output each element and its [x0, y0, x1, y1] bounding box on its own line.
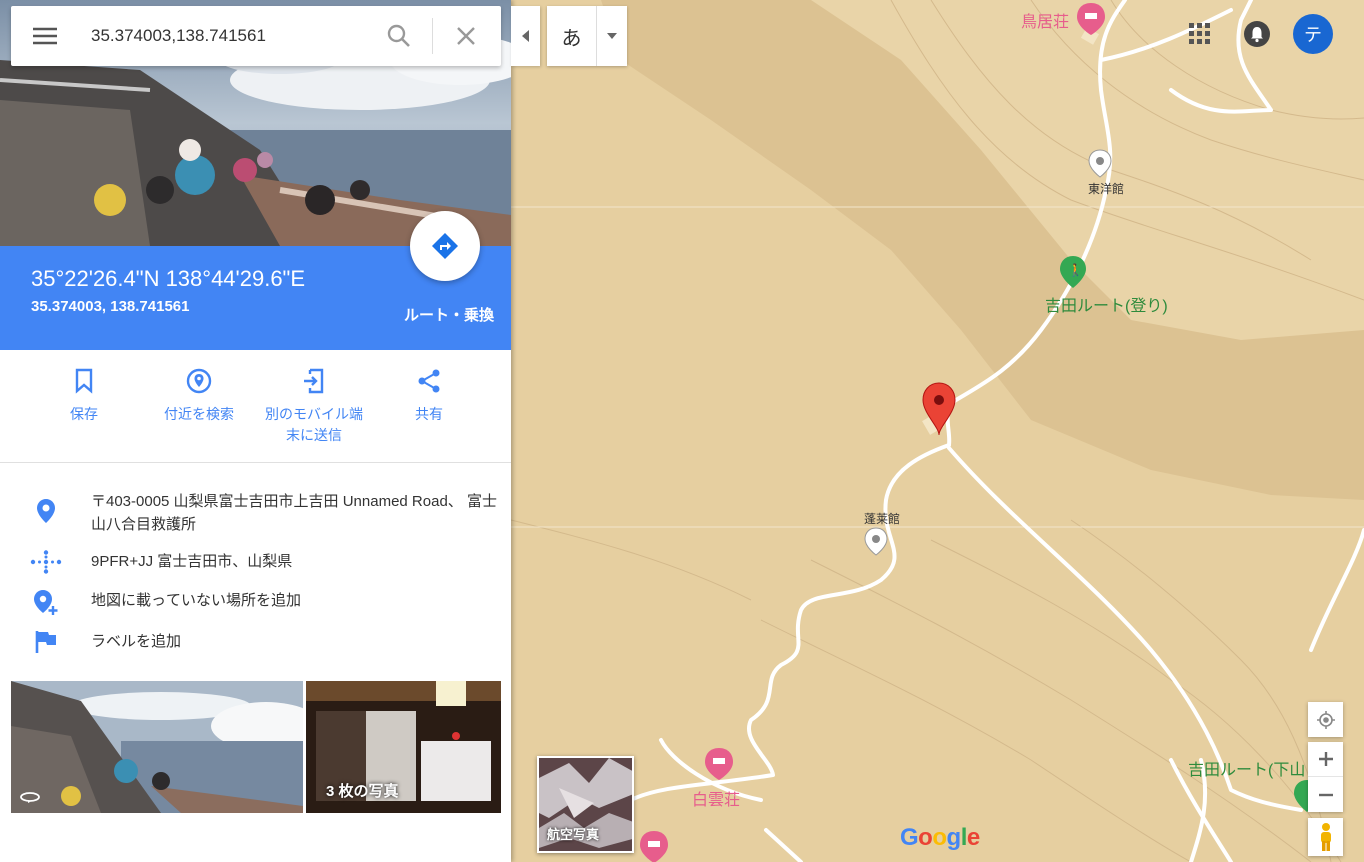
notifications-bell-icon[interactable]: [1240, 17, 1274, 51]
google-logo: Google: [900, 824, 980, 851]
directions-button[interactable]: [410, 211, 480, 281]
send-to-phone-icon: [304, 368, 324, 394]
zoom-controls: [1308, 742, 1343, 812]
place-marker-icon: [36, 499, 55, 523]
route-label[interactable]: ルート・乗換: [404, 304, 494, 325]
pegman-street-view-button[interactable]: [1308, 818, 1343, 856]
ime-dropdown[interactable]: [597, 6, 627, 66]
add-missing-place-row[interactable]: 地図に載っていない場所を追加: [0, 589, 511, 615]
aerial-view-toggle[interactable]: 航空写真: [537, 756, 634, 853]
map-canvas[interactable]: 🚶 鳥居荘 東洋館 吉田ルート(登り) 蓬莱館 白雲荘 吉田ルート(下山: [511, 0, 1364, 862]
minus-icon: [1318, 793, 1333, 796]
plus-code-row[interactable]: 9PFR+JJ 富士吉田市、山梨県: [0, 550, 511, 574]
map-label-hakuunso[interactable]: 白雲荘: [692, 786, 740, 810]
add-place-icon: [33, 590, 57, 615]
chevron-down-icon: [607, 33, 617, 39]
add-missing-place-text: 地図に載っていない場所を追加: [91, 592, 302, 609]
coordinates-dms: 35°22'26.4"N 138°44'29.6"E: [31, 266, 306, 291]
coordinates-decimal[interactable]: 35.374003, 138.741561: [31, 298, 190, 315]
zoom-out-button[interactable]: [1308, 777, 1343, 812]
save-button[interactable]: 保存: [24, 366, 144, 425]
share-label: 共有: [415, 406, 443, 422]
my-location-button[interactable]: [1308, 702, 1343, 737]
map-label-yoshida-route-up[interactable]: 吉田ルート(登り): [1045, 292, 1168, 316]
flag-icon: [35, 631, 56, 653]
photos-strip: 3 枚の写真: [11, 681, 501, 813]
share-icon: [418, 369, 440, 393]
action-buttons-row: 保存 付近を検索 別のモバイル端 末に送信 共有: [0, 350, 511, 463]
collapse-panel-button[interactable]: [511, 6, 540, 66]
terrain-layer: 🚶: [511, 0, 1364, 862]
send-to-device-button[interactable]: 別のモバイル端 末に送信: [254, 366, 374, 446]
address-row[interactable]: 〒403-0005 山梨県富士吉田市上吉田 Unnamed Road、 富士山八…: [0, 490, 511, 536]
menu-hamburger-icon[interactable]: [25, 18, 65, 54]
directions-icon: [432, 233, 458, 259]
search-icon[interactable]: [381, 18, 417, 54]
search-box: [11, 6, 501, 66]
chevron-left-icon: [521, 30, 529, 42]
send-to-device-label-2: 末に送信: [286, 427, 342, 443]
map-label-toriiso[interactable]: 鳥居荘: [1021, 8, 1069, 32]
close-icon[interactable]: [448, 18, 484, 54]
pegman-icon: [1320, 823, 1331, 851]
svg-text:🚶: 🚶: [1068, 263, 1083, 277]
place-details-panel: 35°22'26.4"N 138°44'29.6"E 35.374003, 13…: [0, 0, 511, 862]
plus-code-text: 9PFR+JJ 富士吉田市、山梨県: [91, 553, 293, 570]
map-label-yoshida-route-down[interactable]: 吉田ルート(下山: [1188, 756, 1305, 780]
apps-grid-icon[interactable]: [1182, 16, 1218, 52]
search-input[interactable]: [91, 22, 381, 50]
ime-toggle[interactable]: あ: [547, 6, 597, 66]
photos-gallery-thumbnail[interactable]: 3 枚の写真: [306, 681, 501, 813]
address-text: 〒403-0005 山梨県富士吉田市上吉田 Unnamed Road、 富士山八…: [91, 493, 497, 533]
send-to-device-label-1: 別のモバイル端: [265, 406, 363, 422]
nearby-pin-icon: [186, 368, 212, 394]
save-label: 保存: [70, 406, 98, 422]
map-label-toyokan[interactable]: 東洋館: [1088, 180, 1124, 197]
bookmark-icon: [75, 368, 93, 394]
account-avatar[interactable]: テ: [1293, 14, 1333, 54]
photo-count-label: 3 枚の写真: [326, 783, 399, 800]
share-button[interactable]: 共有: [369, 366, 489, 425]
add-label-text: ラベルを追加: [91, 633, 182, 650]
search-nearby-label: 付近を検索: [164, 406, 234, 422]
street-view-photo[interactable]: [11, 681, 303, 813]
aerial-label: 航空写真: [547, 827, 600, 842]
plus-icon: [1318, 752, 1333, 766]
search-divider: [432, 18, 433, 54]
my-location-icon: [1316, 710, 1335, 729]
add-label-row[interactable]: ラベルを追加: [0, 630, 511, 654]
street-view-360-icon: [20, 792, 40, 803]
zoom-in-button[interactable]: [1308, 742, 1343, 777]
plus-code-icon: [30, 550, 61, 574]
map-label-horaikan[interactable]: 蓬莱館: [864, 510, 900, 527]
search-nearby-button[interactable]: 付近を検索: [139, 366, 259, 425]
input-tools: あ: [547, 6, 627, 66]
